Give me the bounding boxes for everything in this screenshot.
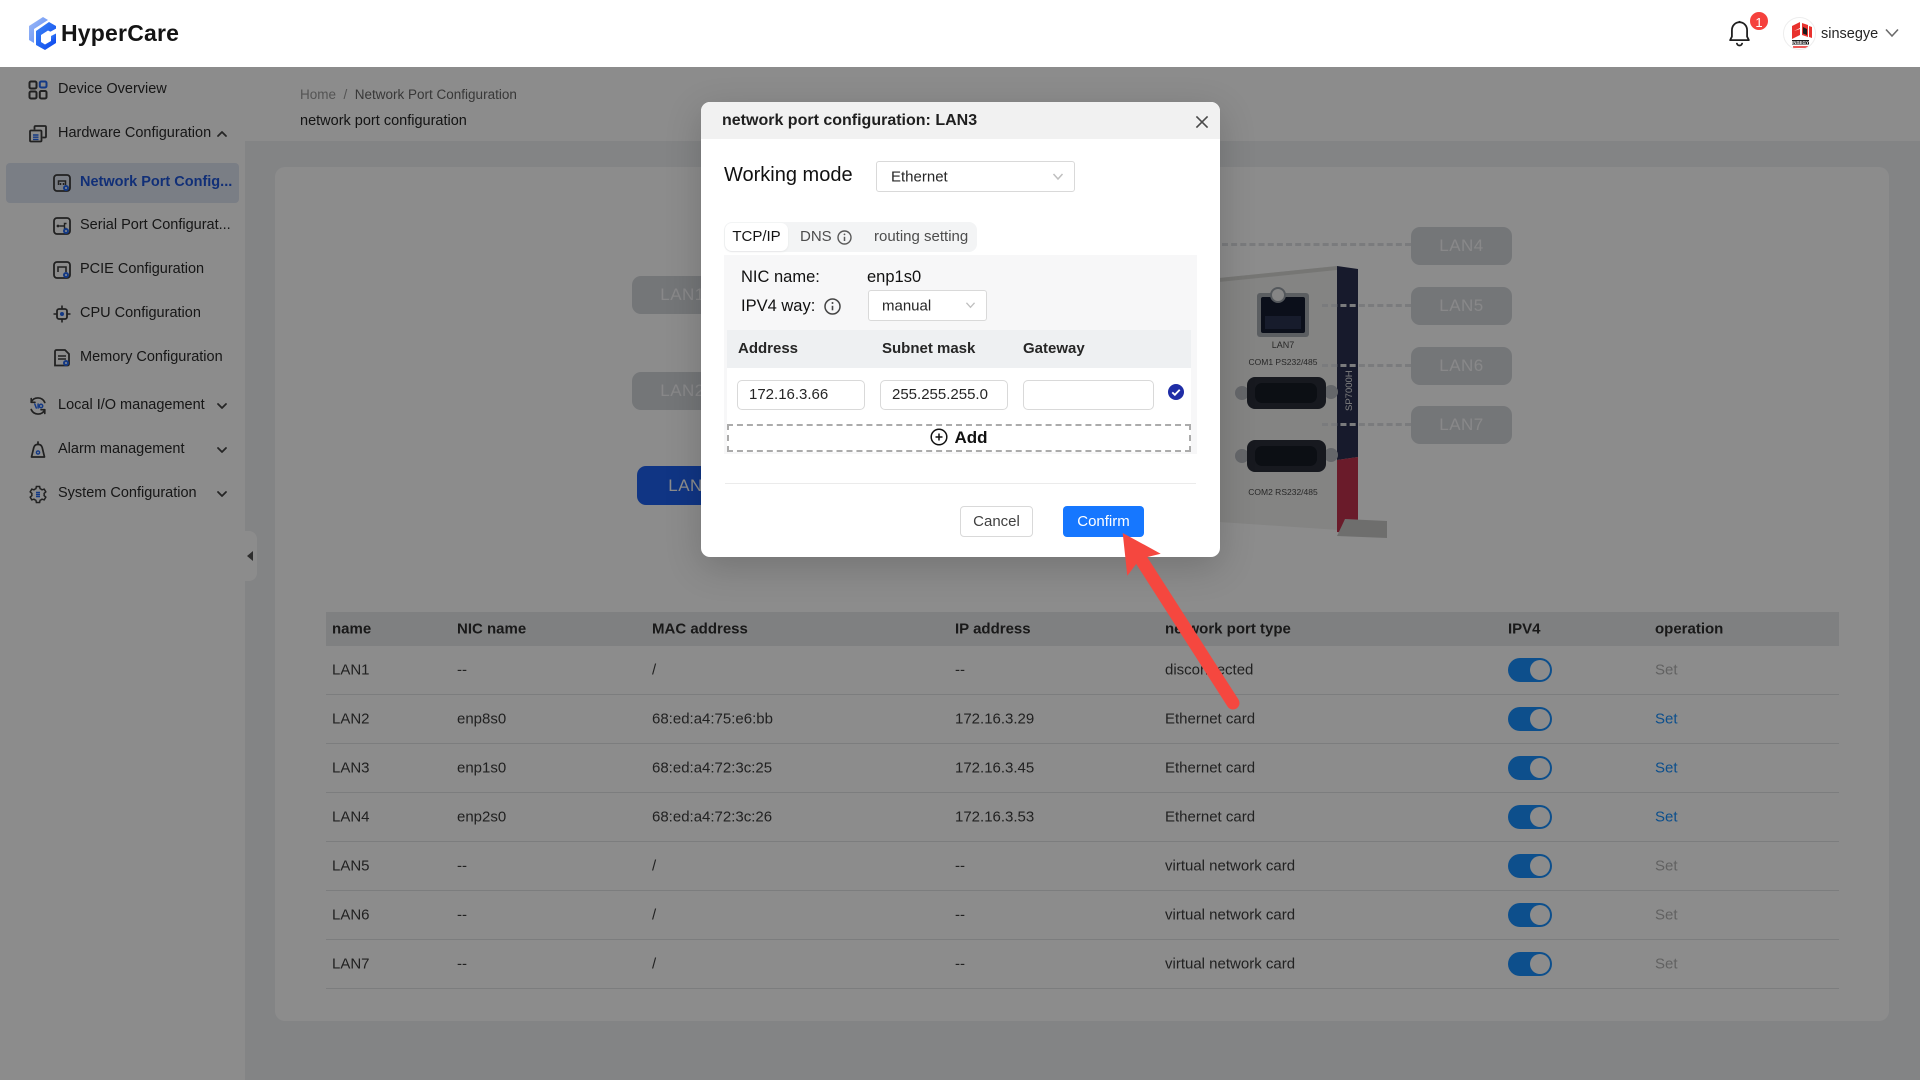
svg-text:SINSEGYE: SINSEGYE [1789,40,1812,45]
